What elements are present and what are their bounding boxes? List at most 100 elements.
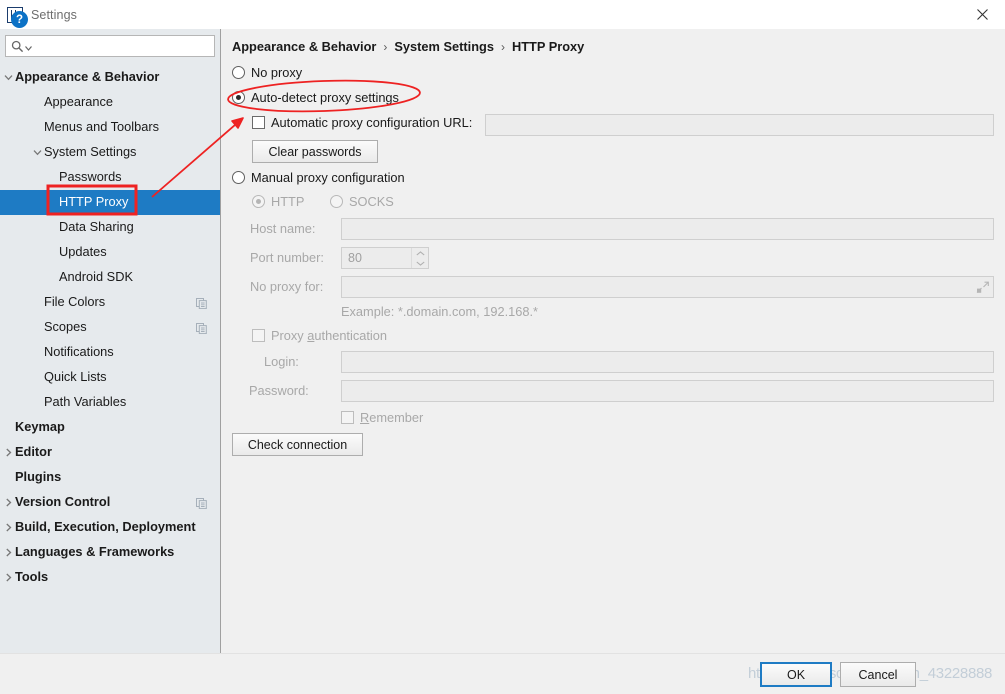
sidebar-item-build-execution-deployment[interactable]: Build, Execution, Deployment [0, 515, 220, 540]
breadcrumb-item-http-proxy: HTTP Proxy [511, 39, 585, 54]
chevron-right-icon[interactable] [2, 446, 15, 459]
auto-config-url-checkbox-row[interactable]: Automatic proxy configuration URL: [252, 115, 472, 130]
settings-sidebar: Appearance & Behavior Appearance Menus and… [0, 29, 221, 653]
sidebar-item-android-sdk[interactable]: Android SDK [0, 265, 220, 290]
chevron-right-icon[interactable] [2, 546, 15, 559]
proxy-auth-checkbox-row: Proxy authentication [252, 328, 387, 343]
clear-passwords-label: Clear passwords [268, 144, 362, 159]
close-button[interactable] [959, 0, 1005, 29]
chevron-right-icon[interactable] [2, 496, 15, 509]
search-input[interactable] [35, 37, 214, 55]
sidebar-item-keymap[interactable]: Keymap [0, 415, 220, 440]
sidebar-item-label: HTTP Proxy [59, 194, 129, 210]
sidebar-item-http-proxy[interactable]: HTTP Proxy [0, 190, 220, 215]
sidebar-item-label: Plugins [15, 469, 62, 485]
auto-config-url-label: Automatic proxy configuration URL: [271, 115, 473, 130]
socks-protocol-label: SOCKS [349, 194, 394, 209]
password-input [342, 381, 993, 401]
sidebar-item-system-settings[interactable]: System Settings [0, 140, 220, 165]
chevron-down-icon[interactable] [2, 71, 15, 84]
host-name-label-wrap: Host name: [250, 221, 315, 236]
title-bar: Settings [0, 0, 1005, 29]
cancel-button[interactable]: Cancel [840, 662, 916, 687]
socks-radio-row: SOCKS [330, 194, 394, 209]
sidebar-item-notifications[interactable]: Notifications [0, 340, 220, 365]
sidebar-item-label: Passwords [59, 169, 122, 185]
sidebar-item-label: System Settings [44, 144, 137, 160]
sidebar-item-passwords[interactable]: Passwords [0, 165, 220, 190]
sidebar-item-languages-frameworks[interactable]: Languages & Frameworks [0, 540, 220, 565]
auto-detect-radio[interactable] [232, 91, 245, 104]
window-title: Settings [31, 7, 77, 22]
sidebar-item-label: Tools [15, 569, 49, 585]
sidebar-item-label: Scopes [44, 319, 87, 335]
copy-icon[interactable] [196, 297, 207, 310]
sidebar-item-label: Languages & Frameworks [15, 544, 175, 560]
sidebar-item-appearance[interactable]: Appearance [0, 90, 220, 115]
spinner-up-button [412, 248, 428, 258]
copy-icon[interactable] [196, 322, 207, 335]
settings-dialog: Settings Appearance & Behavior Appearance… [0, 0, 1005, 694]
copy-icon[interactable] [196, 497, 207, 510]
sidebar-item-menus-and-toolbars[interactable]: Menus and Toolbars [0, 115, 220, 140]
help-icon[interactable]: ? [11, 11, 28, 28]
port-number-spinner: 80 [341, 247, 429, 269]
port-number-label: Port number: [250, 250, 324, 265]
manual-proxy-label: Manual proxy configuration [251, 170, 405, 185]
no-proxy-radio-row[interactable]: No proxy [232, 65, 302, 80]
auto-config-url-checkbox[interactable] [252, 116, 265, 129]
close-icon [976, 9, 988, 20]
host-name-field [341, 218, 994, 240]
socks-protocol-radio [330, 195, 343, 208]
remember-checkbox-row: Remember [341, 410, 423, 425]
http-protocol-radio [252, 195, 265, 208]
sidebar-item-label: Version Control [15, 494, 111, 510]
check-connection-button[interactable]: Check connection [232, 433, 363, 456]
no-proxy-for-label-wrap: No proxy for: [250, 279, 323, 294]
sidebar-item-quick-lists[interactable]: Quick Lists [0, 365, 220, 390]
chevron-right-icon[interactable] [2, 521, 15, 534]
clear-passwords-button[interactable]: Clear passwords [252, 140, 378, 163]
sidebar-item-label: Menus and Toolbars [44, 119, 160, 135]
help-glyph: ? [15, 13, 24, 26]
ok-button[interactable]: OK [760, 662, 832, 687]
auto-config-url-field[interactable] [485, 114, 994, 136]
search-box[interactable] [5, 35, 215, 57]
remember-label: Remember [360, 410, 424, 425]
sidebar-item-path-variables[interactable]: Path Variables [0, 390, 220, 415]
sidebar-item-file-colors[interactable]: File Colors [0, 290, 220, 315]
sidebar-item-tools[interactable]: Tools [0, 565, 220, 590]
sidebar-item-editor[interactable]: Editor [0, 440, 220, 465]
sidebar-item-label: Appearance [44, 94, 114, 110]
expand-icon [976, 281, 989, 294]
http-proxy-panel: Appearance & Behavior › System Settings … [222, 29, 1005, 653]
sidebar-item-appearance-behavior[interactable]: Appearance & Behavior [0, 65, 220, 90]
search-container [5, 35, 215, 57]
sidebar-item-label: Data Sharing [59, 219, 134, 235]
sidebar-item-scopes[interactable]: Scopes [0, 315, 220, 340]
proxy-auth-checkbox [252, 329, 265, 342]
chevron-right-icon[interactable] [2, 571, 15, 584]
no-proxy-for-label: No proxy for: [250, 279, 324, 294]
login-field [341, 351, 994, 373]
sidebar-item-label: File Colors [44, 294, 106, 310]
sidebar-item-plugins[interactable]: Plugins [0, 465, 220, 490]
remember-checkbox [341, 411, 354, 424]
http-protocol-label: HTTP [271, 194, 305, 209]
no-proxy-radio[interactable] [232, 66, 245, 79]
sidebar-item-label: Android SDK [59, 269, 133, 285]
auto-config-url-input[interactable] [486, 115, 993, 135]
manual-proxy-radio-row[interactable]: Manual proxy configuration [232, 170, 405, 185]
breadcrumb-item-system-settings[interactable]: System Settings [394, 39, 494, 54]
no-proxy-for-field [341, 276, 994, 298]
sidebar-item-version-control[interactable]: Version Control [0, 490, 220, 515]
sidebar-item-data-sharing[interactable]: Data Sharing [0, 215, 220, 240]
manual-proxy-radio[interactable] [232, 171, 245, 184]
sidebar-item-updates[interactable]: Updates [0, 240, 220, 265]
breadcrumb-item-appearance-behavior[interactable]: Appearance & Behavior [232, 39, 376, 54]
chevron-down-icon[interactable] [31, 146, 44, 159]
password-label: Password: [249, 383, 309, 398]
auto-detect-radio-row[interactable]: Auto-detect proxy settings [232, 90, 399, 105]
chevron-down-icon [25, 45, 32, 51]
cancel-label: Cancel [858, 667, 898, 682]
